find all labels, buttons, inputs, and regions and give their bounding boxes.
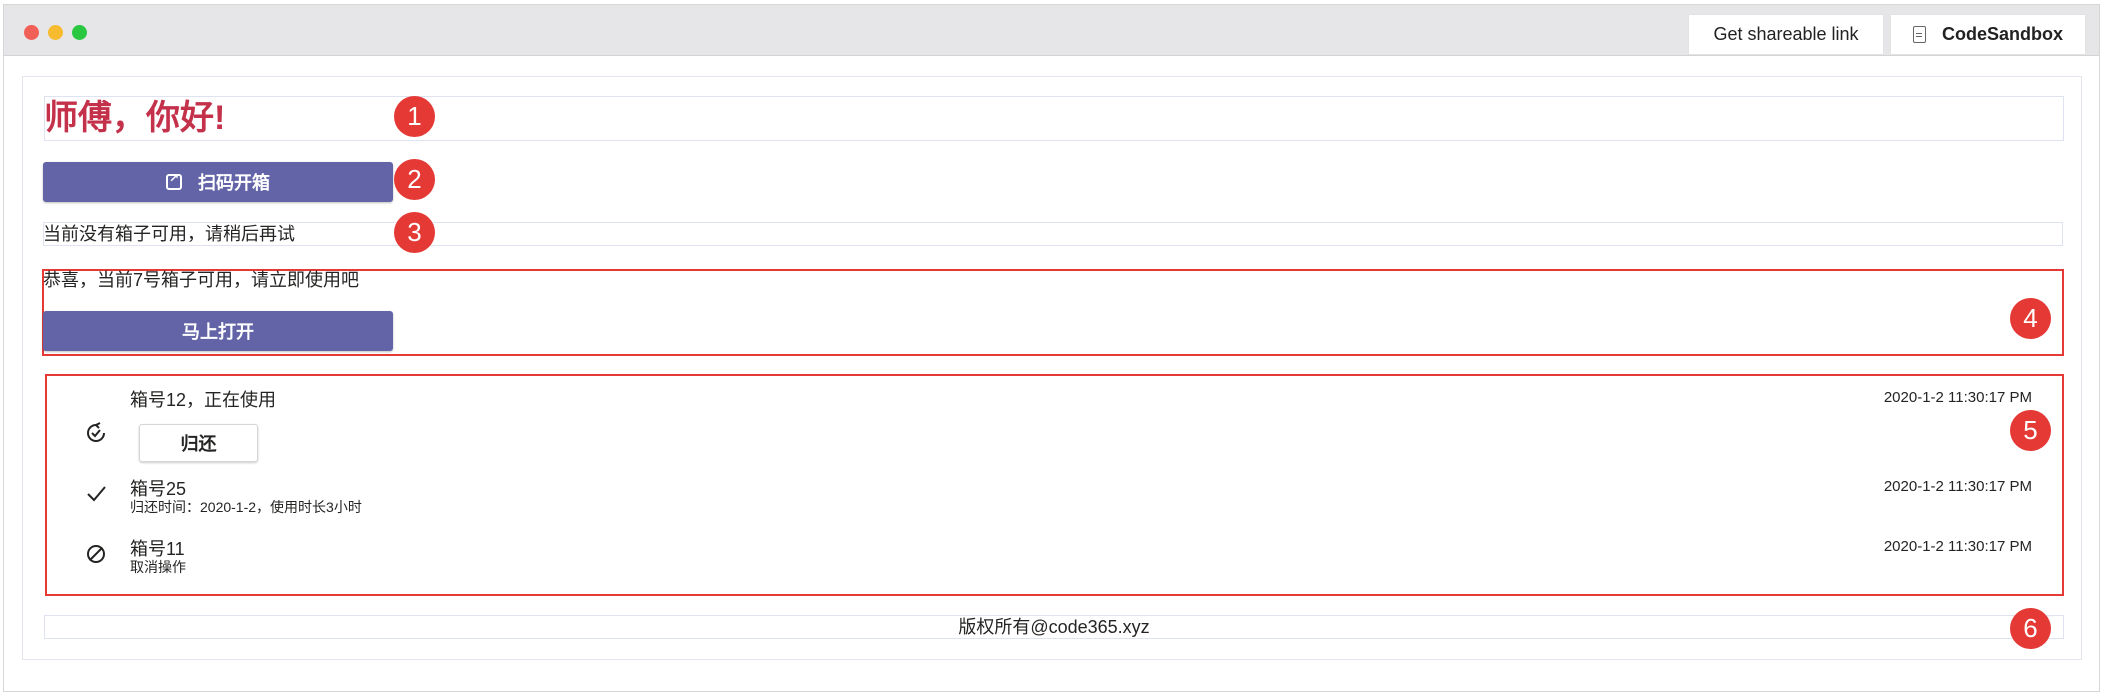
- title-bar: Get shareable link CodeSandbox: [4, 5, 2099, 56]
- list-item: 箱号25 归还时间：2020-1-2，使用时长3小时 2020-1-2 11:3…: [47, 475, 2062, 525]
- check-icon: [85, 483, 107, 505]
- share-label: Get shareable link: [1713, 24, 1859, 44]
- record-title: 箱号12，正在使用: [130, 390, 277, 410]
- annotation-badge-4: 4: [2010, 298, 2051, 339]
- usage-record-list: 箱号12，正在使用 2020-1-2 11:30:17 PM 归还 箱号25 归…: [45, 374, 2064, 596]
- list-item: 箱号11 取消操作 2020-1-2 11:30:17 PM: [47, 535, 2062, 585]
- open-now-button[interactable]: 马上打开: [43, 311, 393, 351]
- record-subtitle: 归还时间：2020-1-2，使用时长3小时: [130, 499, 362, 515]
- ban-icon: [85, 543, 107, 565]
- annotation-badge-3: 3: [394, 212, 435, 253]
- codesandbox-button[interactable]: CodeSandbox: [1890, 14, 2086, 55]
- close-window-button[interactable]: [24, 25, 39, 40]
- maximize-window-button[interactable]: [72, 25, 87, 40]
- document-icon: [1912, 26, 1926, 43]
- annotation-badge-2: 2: [394, 159, 435, 200]
- scan-icon: [166, 171, 182, 190]
- annotation-badge-6: 6: [2010, 608, 2051, 649]
- open-button-label: 马上打开: [182, 322, 254, 342]
- return-button[interactable]: 归还: [139, 424, 258, 462]
- annotation-badge-5: 5: [2010, 410, 2051, 451]
- return-button-label: 归还: [180, 434, 217, 454]
- codesandbox-label: CodeSandbox: [1941, 24, 2063, 44]
- record-time: 2020-1-2 11:30:17 PM: [1883, 538, 2032, 555]
- list-item: 箱号12，正在使用 2020-1-2 11:30:17 PM 归还: [47, 384, 2062, 464]
- scan-open-box-button[interactable]: 扫码开箱: [43, 162, 393, 202]
- record-time: 2020-1-2 11:30:17 PM: [1883, 389, 2032, 406]
- in-progress-icon: [85, 422, 107, 444]
- get-shareable-link-button[interactable]: Get shareable link: [1688, 14, 1884, 55]
- record-time: 2020-1-2 11:30:17 PM: [1883, 478, 2032, 495]
- no-box-message: 当前没有箱子可用，请稍后再试: [43, 224, 295, 244]
- available-box-message: 恭喜，当前7号箱子可用，请立即使用吧: [43, 270, 360, 290]
- scan-button-label: 扫码开箱: [198, 173, 270, 193]
- record-subtitle: 取消操作: [130, 559, 186, 575]
- minimize-window-button[interactable]: [48, 25, 63, 40]
- page-title: 师傅，你好!: [44, 99, 226, 137]
- footer-copyright: 版权所有@code365.xyz: [958, 617, 1150, 637]
- annotation-badge-1: 1: [394, 96, 435, 137]
